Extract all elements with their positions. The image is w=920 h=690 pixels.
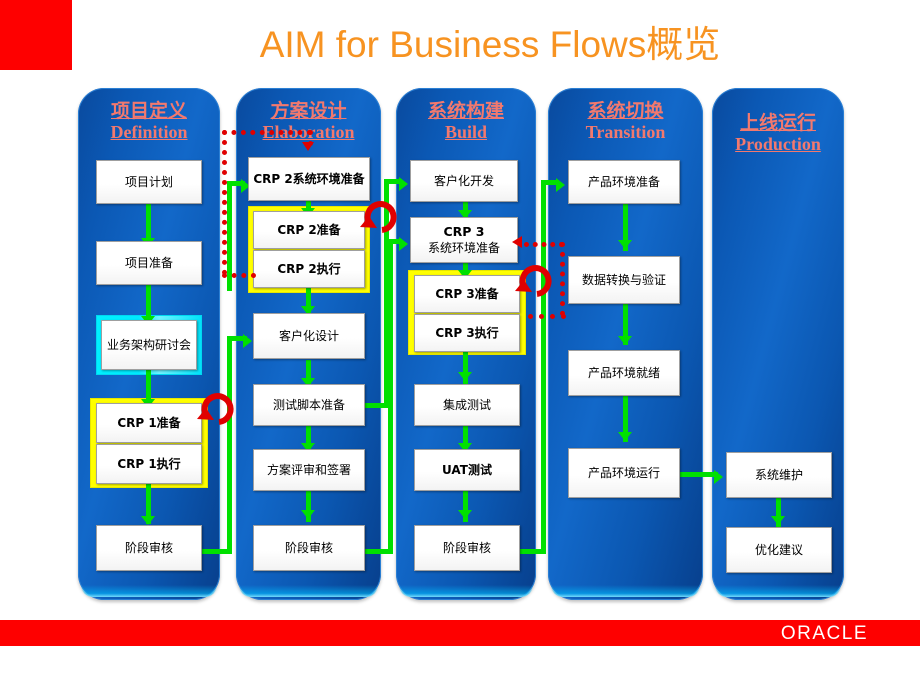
arrowhead-c4-3 <box>618 432 632 441</box>
dotted-feedback-c3-b <box>560 242 565 316</box>
process-box-label: CRP 3执行 <box>435 325 499 340</box>
process-box[interactable]: CRP 3执行 <box>414 314 520 352</box>
column-header-build: 系统构建 Build <box>396 100 536 142</box>
dotted-feedback-c2-b <box>222 130 227 275</box>
process-box-label: 产品环境运行 <box>587 465 660 480</box>
process-box[interactable]: 产品环境运行 <box>568 448 680 498</box>
arrowhead-c3-3 <box>458 372 472 381</box>
cross-arrowhead-c3-c4 <box>556 178 565 192</box>
process-box-label: 优化建议 <box>754 542 803 557</box>
corner-red-mark <box>0 0 72 70</box>
process-box[interactable]: 客户化设计 <box>253 313 365 359</box>
process-box[interactable]: 数据转换与验证 <box>568 256 680 304</box>
column-title-cn: 项目定义 <box>110 100 187 122</box>
process-box[interactable]: 集成测试 <box>414 384 520 426</box>
process-box-label: 阶段审核 <box>284 540 333 555</box>
iteration-loop-icon-crp3 <box>515 265 552 297</box>
dotted-feedback-c2-c <box>222 130 312 135</box>
process-box[interactable]: 方案评审和签署 <box>253 449 365 491</box>
process-box[interactable]: 业务架构研讨会 <box>101 320 197 370</box>
dotted-arrowhead-c2 <box>302 142 314 151</box>
process-box[interactable]: 项目计划 <box>96 160 202 204</box>
column-title-cn: 上线运行 <box>739 112 816 134</box>
process-box[interactable]: CRP 3准备 <box>414 275 520 313</box>
dotted-feedback-c3-c <box>524 242 564 247</box>
process-box-label: 客户化开发 <box>433 173 494 188</box>
column-title-en: Build <box>444 121 488 142</box>
slide-canvas: AIM for Business Flows概览 项目定义 Definition… <box>0 0 920 690</box>
process-box-label: 产品环境准备 <box>587 174 660 189</box>
arrowhead-c3-5 <box>458 510 472 519</box>
process-box-label: 方案评审和签署 <box>266 462 351 477</box>
process-box[interactable]: CRP 2准备 <box>253 211 365 249</box>
process-box[interactable]: UAT测试 <box>414 449 520 491</box>
process-box-label: CRP 2执行 <box>277 261 341 276</box>
column-title-cn: 系统切换 <box>587 100 664 122</box>
process-box-label: CRP 2系统环境准备 <box>253 171 365 186</box>
arrowhead-c4-2 <box>618 336 632 345</box>
process-box[interactable]: CRP 1准备 <box>96 403 202 443</box>
cross-arrowhead-c2-c3-b <box>399 237 408 251</box>
dotted-feedback-c2-a <box>222 273 256 278</box>
process-box-label: CRP 3准备 <box>435 286 499 301</box>
cross-connector-c1-c2-v <box>227 336 232 552</box>
process-box[interactable]: CRP 3 系统环境准备 <box>410 217 518 263</box>
process-box[interactable]: 优化建议 <box>726 527 832 573</box>
process-box[interactable]: 阶段审核 <box>253 525 365 571</box>
process-box-label: CRP 1执行 <box>117 456 181 471</box>
process-box-label: 系统维护 <box>754 467 803 482</box>
process-box-label: 阶段审核 <box>442 540 491 555</box>
process-box[interactable]: 产品环境就绪 <box>568 350 680 396</box>
column-header-production: 上线运行 Production <box>712 112 844 154</box>
column-title-cn: 系统构建 <box>427 100 504 122</box>
iteration-loop-icon-crp1 <box>197 393 234 425</box>
process-box[interactable]: 测试脚本准备 <box>253 384 365 426</box>
cross-arrowhead-c1-c2 <box>243 334 252 348</box>
process-box[interactable]: CRP 2系统环境准备 <box>248 157 370 201</box>
process-box-label: 数据转换与验证 <box>581 272 666 287</box>
page-title: AIM for Business Flows概览 <box>259 24 721 65</box>
cross-connector-c2-c3-b-v <box>388 239 393 554</box>
arrowhead-c4-1 <box>618 240 632 249</box>
column-title-en: Transition <box>585 121 666 142</box>
cross-connector-c3-c4-v <box>541 180 546 554</box>
process-box-label: CRP 1准备 <box>117 415 181 430</box>
process-box[interactable]: 产品环境准备 <box>568 160 680 204</box>
arrowhead-c2-5 <box>301 510 315 519</box>
process-box-label: 集成测试 <box>442 397 491 412</box>
process-box-label: CRP 2准备 <box>277 222 341 237</box>
column-title-cn: 方案设计 <box>270 100 347 122</box>
process-box[interactable]: 客户化开发 <box>410 160 518 202</box>
process-box[interactable]: CRP 1执行 <box>96 444 202 484</box>
process-box[interactable]: 系统维护 <box>726 452 832 498</box>
process-box-label: 客户化设计 <box>278 328 339 343</box>
process-box[interactable]: 阶段审核 <box>96 525 202 571</box>
column-title-en: Production <box>735 133 821 154</box>
process-box-label: 阶段审核 <box>124 540 173 555</box>
arrowhead-c5-1 <box>771 516 785 525</box>
iteration-loop-icon-crp2 <box>360 201 397 233</box>
column-header-definition: 项目定义 Definition <box>78 100 220 142</box>
dotted-arrowhead-c3 <box>512 236 522 248</box>
process-box-label: UAT测试 <box>442 462 492 477</box>
process-box-label: 业务架构研讨会 <box>106 337 191 352</box>
oracle-logo: ORACLE <box>780 623 868 644</box>
column-title-en: Definition <box>110 121 188 142</box>
process-box-label-line1: CRP 3 <box>443 224 485 240</box>
process-box[interactable]: 阶段审核 <box>414 525 520 571</box>
process-box-label: 项目计划 <box>124 174 173 189</box>
column-header-transition: 系统切换 Transition <box>548 100 703 142</box>
process-box[interactable]: CRP 2执行 <box>253 250 365 288</box>
process-box-label: 产品环境就绪 <box>587 365 660 380</box>
process-box-label: 项目准备 <box>124 255 173 270</box>
cross-connector-c4-c5-h <box>680 472 718 477</box>
process-box-label: 测试脚本准备 <box>272 397 345 412</box>
cross-arrowhead-c2-c3-a <box>399 177 408 191</box>
process-box-label-line2: 系统环境准备 <box>427 240 500 255</box>
arrowhead-c1-4 <box>141 516 155 525</box>
process-box[interactable]: 项目准备 <box>96 241 202 285</box>
cross-arrowhead-c4-c5 <box>714 470 723 484</box>
